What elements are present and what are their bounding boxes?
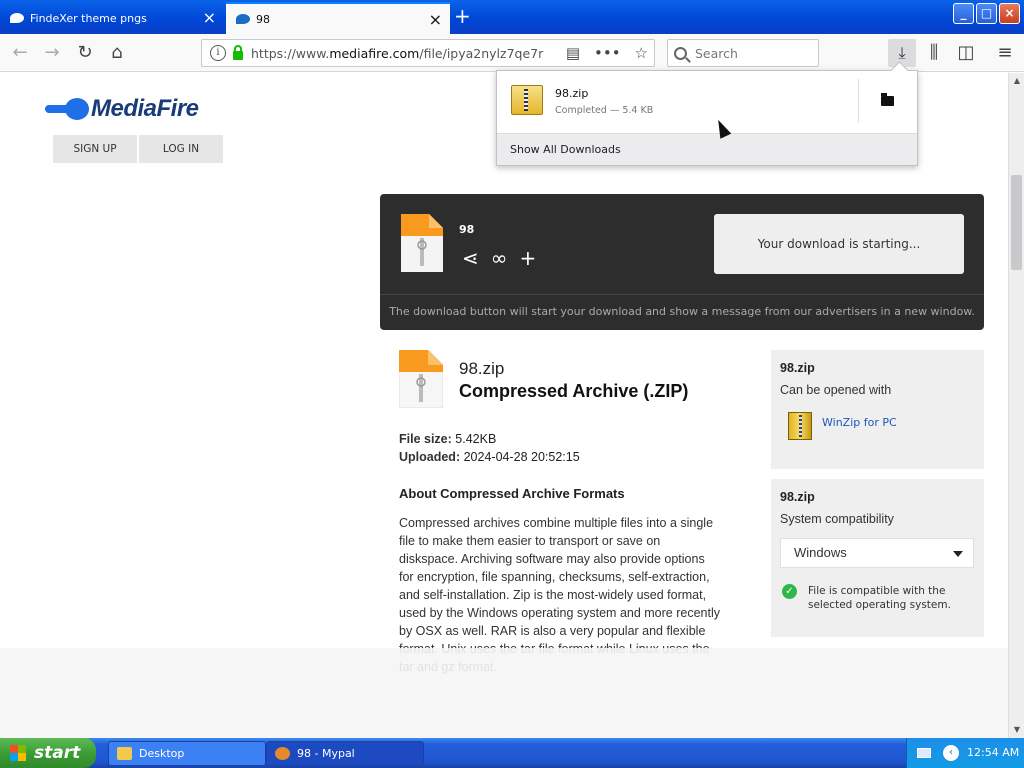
minimize-icon[interactable]: _ bbox=[953, 3, 974, 24]
start-button[interactable]: start bbox=[0, 738, 96, 768]
folder-icon bbox=[117, 747, 132, 760]
search-input[interactable]: Search bbox=[667, 39, 819, 67]
zip-file-icon bbox=[399, 350, 443, 408]
show-all-downloads-button[interactable]: Show All Downloads bbox=[497, 133, 917, 165]
downloads-button[interactable]: ⤓ bbox=[888, 39, 916, 67]
check-icon: ✓ bbox=[782, 584, 797, 599]
nav-bar: ← → ↻ ⌂ i https://www.mediafire.com/file… bbox=[0, 34, 1024, 72]
vertical-scrollbar[interactable]: ▲ ▼ bbox=[1008, 73, 1024, 738]
tab-title: FindeXer theme pngs bbox=[30, 11, 147, 25]
file-meta: File size: 5.42KB Uploaded: 2024-04-28 2… bbox=[399, 432, 580, 464]
log-in-button[interactable]: LOG IN bbox=[139, 135, 223, 163]
open-with-card: 98.zip Can be opened with WinZip for PC bbox=[771, 350, 984, 469]
page-fade-overlay bbox=[0, 648, 1008, 738]
web-page: MediaFire SIGN UP LOG IN 98 ⋖ ∞ + Your d… bbox=[0, 73, 1008, 738]
file-type-heading: Compressed Archive (.ZIP) bbox=[459, 381, 689, 401]
clock: 12:54 AM bbox=[967, 746, 1020, 759]
download-note: The download button will start your down… bbox=[380, 294, 984, 318]
scroll-down-icon[interactable]: ▼ bbox=[1009, 722, 1024, 738]
taskbar-item-desktop[interactable]: Desktop bbox=[108, 741, 266, 766]
volume-icon[interactable]: ‹ bbox=[943, 745, 959, 761]
close-tab-icon[interactable]: × bbox=[203, 10, 216, 26]
sign-up-button[interactable]: SIGN UP bbox=[53, 135, 137, 163]
mediafire-favicon-icon bbox=[236, 14, 250, 24]
tab-98[interactable]: 98 × bbox=[226, 2, 450, 34]
maximize-icon[interactable]: □ bbox=[976, 3, 997, 24]
back-icon[interactable]: ← bbox=[10, 43, 30, 63]
sidebar-icon[interactable]: ◫ bbox=[956, 43, 976, 63]
close-tab-icon[interactable]: × bbox=[429, 12, 442, 28]
download-item-name[interactable]: 98.zip bbox=[555, 87, 588, 100]
scroll-up-icon[interactable]: ▲ bbox=[1009, 73, 1024, 89]
dropdown-caret-icon bbox=[953, 551, 963, 557]
download-box: 98 ⋖ ∞ + Your download is starting... Th… bbox=[380, 194, 984, 330]
tab-findexer[interactable]: FindeXer theme pngs × bbox=[0, 2, 224, 34]
library-icon[interactable]: ⫼ bbox=[924, 43, 944, 63]
page-actions-icon[interactable]: ••• bbox=[594, 44, 621, 62]
search-placeholder: Search bbox=[695, 45, 738, 61]
mypal-icon bbox=[275, 747, 290, 760]
tab-strip: FindeXer theme pngs × 98 × + _ □ × bbox=[0, 0, 1024, 34]
download-status[interactable]: Your download is starting... bbox=[714, 214, 964, 274]
close-window-icon[interactable]: × bbox=[999, 3, 1020, 24]
search-icon bbox=[674, 46, 687, 60]
url-bar[interactable]: i https://www.mediafire.com/file/ipya2ny… bbox=[201, 39, 655, 67]
tab-title: 98 bbox=[256, 12, 270, 26]
lock-icon bbox=[233, 44, 243, 60]
bookmark-star-icon[interactable]: ☆ bbox=[635, 44, 648, 62]
winzip-icon bbox=[788, 412, 812, 440]
scroll-thumb[interactable] bbox=[1011, 175, 1022, 270]
file-size: 5.42KB bbox=[455, 432, 497, 446]
site-info-icon[interactable]: i bbox=[210, 45, 226, 61]
mediafire-favicon-icon bbox=[10, 13, 24, 23]
file-name: 98 bbox=[459, 223, 475, 236]
share-icon[interactable]: ⋖ bbox=[462, 246, 479, 270]
windows-flag-icon bbox=[10, 745, 26, 761]
taskbar-item-mypal[interactable]: 98 - Mypal bbox=[266, 741, 424, 766]
open-folder-icon[interactable] bbox=[881, 93, 894, 106]
download-arrow-icon: ⤓ bbox=[898, 43, 906, 62]
new-tab-icon[interactable]: + bbox=[454, 6, 471, 26]
winzip-link[interactable]: WinZip for PC bbox=[788, 412, 897, 440]
reload-icon[interactable]: ↻ bbox=[75, 43, 95, 63]
taskbar: start Desktop 98 - Mypal ‹ 12:54 AM bbox=[0, 738, 1024, 768]
link-icon[interactable]: ∞ bbox=[491, 246, 508, 270]
add-icon[interactable]: + bbox=[519, 246, 536, 270]
compatibility-card: 98.zip System compatibility Windows ✓ Fi… bbox=[771, 479, 984, 637]
zip-file-icon bbox=[401, 214, 443, 272]
url-text[interactable]: https://www.mediafire.com/file/ipya2nylz… bbox=[251, 46, 551, 61]
upload-date: 2024-04-28 20:52:15 bbox=[463, 450, 580, 464]
forward-icon[interactable]: → bbox=[42, 43, 62, 63]
reader-view-icon[interactable]: ▤ bbox=[566, 44, 580, 62]
mediafire-logo[interactable]: MediaFire bbox=[45, 95, 199, 123]
compat-message: ✓ File is compatible with the selected o… bbox=[782, 584, 968, 612]
os-select[interactable]: Windows bbox=[780, 538, 974, 568]
home-icon[interactable]: ⌂ bbox=[107, 43, 127, 63]
zip-archive-icon bbox=[511, 85, 543, 115]
file-name-heading: 98.zip bbox=[459, 359, 505, 378]
keyboard-icon[interactable] bbox=[917, 748, 931, 758]
system-tray: ‹ 12:54 AM bbox=[906, 738, 1024, 768]
download-item-status: Completed — 5.4 KB bbox=[555, 105, 654, 116]
about-heading: About Compressed Archive Formats bbox=[399, 486, 625, 501]
mediafire-flame-icon bbox=[45, 98, 89, 120]
menu-icon[interactable]: ≡ bbox=[995, 43, 1015, 63]
downloads-panel: 98.zip Completed — 5.4 KB Show All Downl… bbox=[496, 70, 918, 166]
window-controls: _ □ × bbox=[953, 3, 1020, 24]
